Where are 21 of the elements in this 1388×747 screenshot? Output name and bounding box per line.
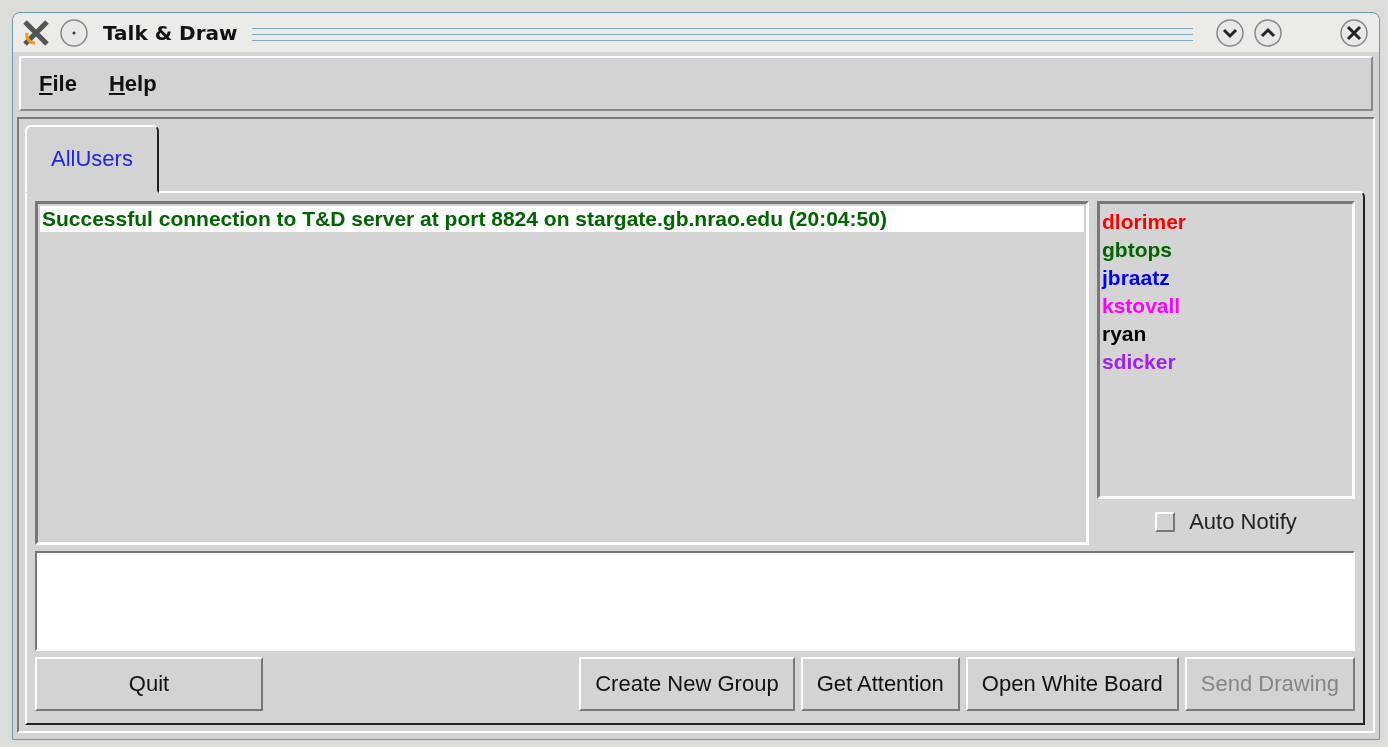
user-name[interactable]: ryan — [1102, 320, 1147, 348]
tab[interactable]: AllUsers — [25, 125, 159, 193]
user-name[interactable]: sdicker — [1102, 348, 1176, 376]
menu-button-icon[interactable] — [59, 17, 89, 48]
user-name[interactable]: jbraatz — [1102, 264, 1170, 292]
message-input-field[interactable] — [35, 551, 1355, 651]
action-button[interactable]: Open White Board — [965, 657, 1179, 711]
action-button[interactable]: Get Attention — [800, 657, 960, 711]
minimize-icon[interactable] — [1215, 17, 1245, 48]
window-title: Talk & Draw — [102, 20, 239, 45]
auto-notify-checkbox[interactable] — [1155, 512, 1176, 532]
maximize-icon[interactable] — [1253, 17, 1283, 48]
x-logo-icon — [21, 18, 51, 47]
auto-notify-label: Auto Notify — [1189, 509, 1297, 535]
action-button[interactable]: Create New Group — [579, 657, 795, 711]
close-icon[interactable] — [1339, 17, 1369, 48]
user-name[interactable]: gbtops — [1102, 236, 1172, 264]
chat-message: Successful connection to T&D server at port 8824 on stargate.gb.nrao.edu (20:04:50) — [40, 206, 1084, 232]
menu-item[interactable]: File — [39, 70, 77, 97]
menu-item[interactable]: Help — [108, 70, 157, 97]
action-button[interactable]: Quit — [35, 657, 263, 711]
